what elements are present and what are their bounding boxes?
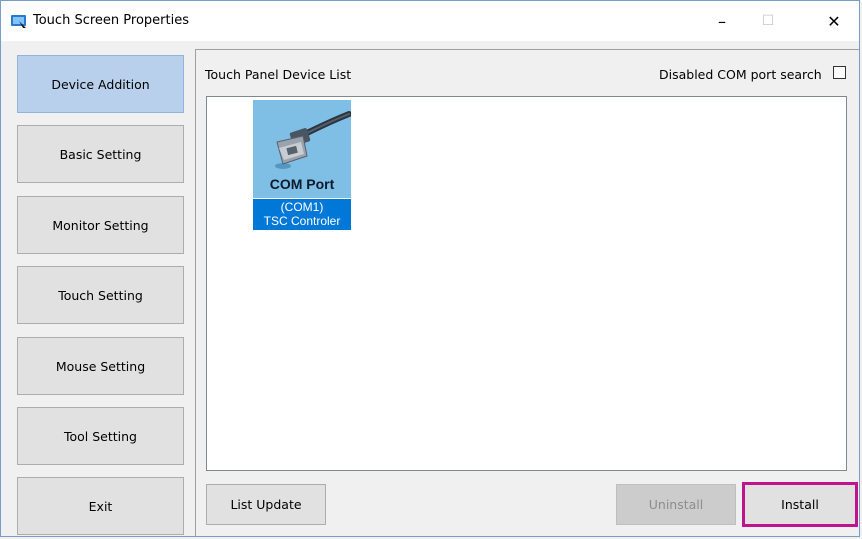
- device-tile-label: COM Port: [269, 176, 335, 192]
- title-bar[interactable]: Touch Screen Properties – ☐ ✕: [1, 1, 859, 41]
- com-search-label: Disabled COM port search: [659, 67, 822, 82]
- sidebar-item-exit[interactable]: Exit: [17, 477, 184, 535]
- sidebar-item-label: Exit: [88, 498, 113, 514]
- list-update-label: List Update: [230, 497, 302, 512]
- sidebar-item-device-addition[interactable]: Device Addition: [17, 55, 184, 113]
- maximize-icon: ☐: [761, 13, 775, 29]
- sidebar-item-label: Basic Setting: [59, 146, 142, 162]
- install-label: Install: [781, 497, 819, 512]
- minimize-icon: –: [718, 11, 726, 31]
- uninstall-label: Uninstall: [648, 497, 704, 512]
- sidebar-item-label: Tool Setting: [63, 428, 137, 444]
- device-caption-name: TSC Controler: [263, 214, 341, 228]
- minimize-button[interactable]: –: [699, 1, 745, 41]
- sidebar-item-mouse-setting[interactable]: Mouse Setting: [17, 337, 184, 395]
- device-caption[interactable]: (COM1) TSC Controler: [253, 199, 351, 230]
- list-update-button[interactable]: List Update: [206, 484, 326, 525]
- device-list[interactable]: COM Port (COM1) TSC Controler: [206, 96, 847, 471]
- window-title: Touch Screen Properties: [33, 13, 189, 28]
- close-icon: ✕: [827, 11, 841, 31]
- sidebar-item-label: Monitor Setting: [52, 217, 149, 233]
- sidebar-item-monitor-setting[interactable]: Monitor Setting: [17, 196, 184, 254]
- device-caption-port: (COM1): [280, 200, 324, 214]
- close-button[interactable]: ✕: [809, 1, 859, 41]
- sidebar-item-touch-setting[interactable]: Touch Setting: [17, 266, 184, 324]
- sidebar-item-label: Mouse Setting: [55, 358, 146, 374]
- app-touch-icon: [10, 13, 28, 29]
- maximize-button[interactable]: ☐: [745, 1, 791, 41]
- com-search-checkbox[interactable]: [833, 66, 846, 79]
- sidebar-item-basic-setting[interactable]: Basic Setting: [17, 125, 184, 183]
- sidebar-item-label: Touch Setting: [58, 287, 143, 303]
- sidebar-item-label: Device Addition: [51, 76, 150, 92]
- device-item-com-port[interactable]: COM Port: [253, 100, 351, 198]
- install-button[interactable]: Install: [742, 482, 858, 527]
- device-list-title: Touch Panel Device List: [205, 67, 352, 82]
- sidebar-item-tool-setting[interactable]: Tool Setting: [17, 407, 184, 465]
- touch-screen-properties-window: Touch Screen Properties – ☐ ✕ Device Add…: [0, 0, 860, 537]
- uninstall-button[interactable]: Uninstall: [616, 484, 736, 525]
